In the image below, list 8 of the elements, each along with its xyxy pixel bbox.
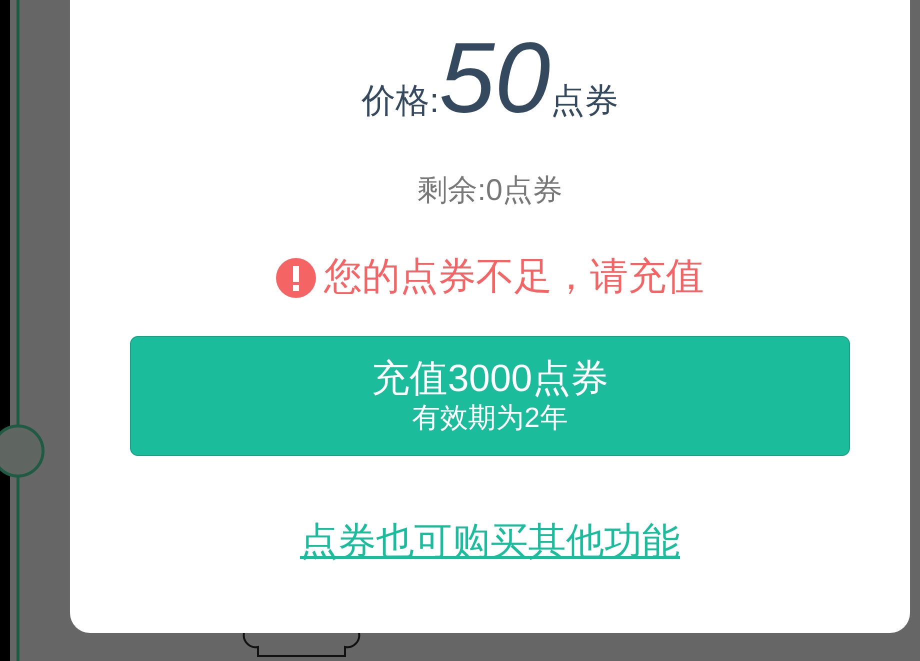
warning-icon	[276, 258, 316, 298]
price-label: 价格:	[362, 84, 440, 118]
balance-text: 剩余:0点券	[417, 173, 563, 209]
price-value: 50	[439, 28, 550, 128]
warning-message: 您的点券不足，请充值	[324, 255, 704, 300]
recharge-button[interactable]: 充值3000点券 有效期为2年	[130, 336, 850, 456]
price-unit: 点券	[550, 84, 618, 118]
other-features-link[interactable]: 点券也可购买其他功能	[300, 514, 680, 571]
